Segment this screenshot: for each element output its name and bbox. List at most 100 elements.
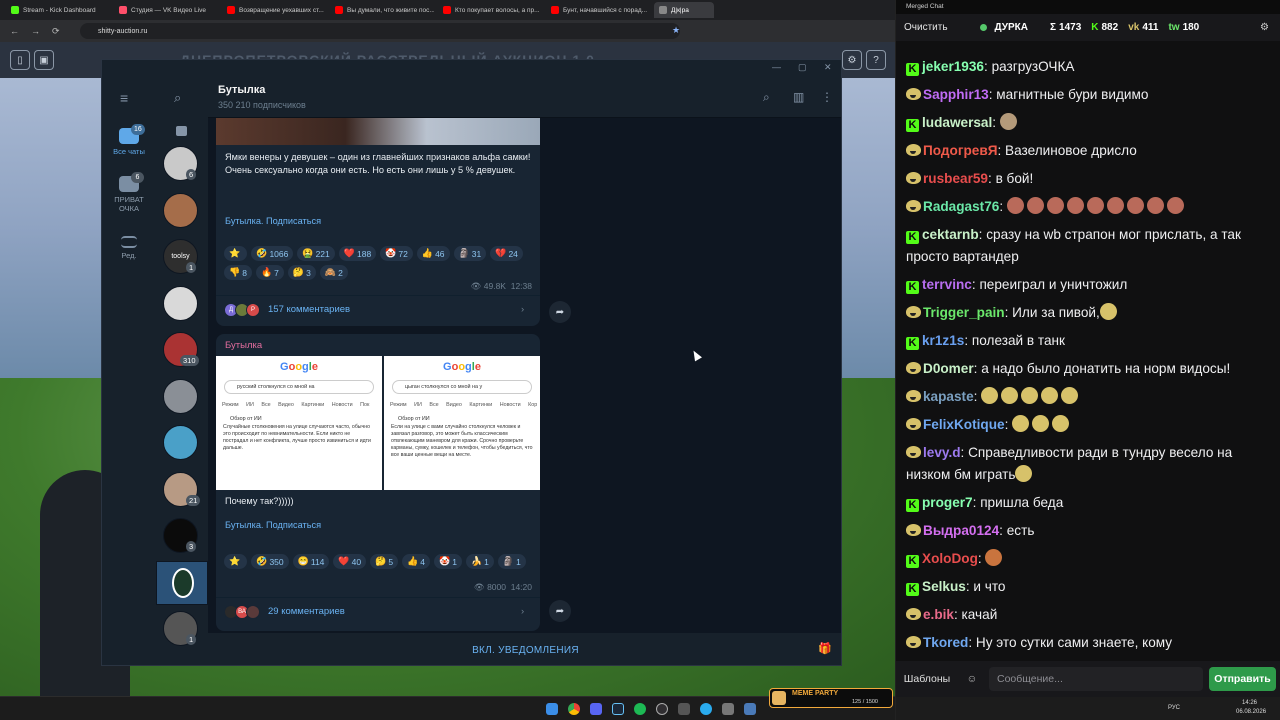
hamburger-menu-icon[interactable]: ≡ — [120, 90, 138, 106]
reaction-chip[interactable]: 🤔 3 — [287, 265, 316, 280]
clear-button[interactable]: Очистить — [904, 22, 948, 33]
chat-avatar[interactable] — [156, 560, 208, 605]
app-icon[interactable] — [722, 703, 734, 715]
chat-username[interactable]: e.bik — [923, 607, 954, 622]
post-image[interactable]: Google русский столкнулся со мной на Реж… — [216, 356, 382, 490]
browser-tab[interactable]: Возвращение уехавших ст... — [222, 2, 326, 18]
reaction-chip[interactable]: 💔 24 — [490, 246, 523, 261]
folder-edit[interactable]: Ред. — [102, 236, 156, 260]
more-menu-icon[interactable]: ⋮ — [821, 90, 833, 104]
reaction-chip[interactable]: 👍 46 — [416, 246, 450, 261]
chat-username[interactable]: rusbear59 — [923, 171, 988, 186]
chat-avatar[interactable] — [163, 285, 198, 321]
notifications-toggle[interactable]: ВКЛ. УВЕДОМЛЕНИЯ 🎁 — [208, 633, 841, 665]
reaction-chip[interactable]: ❤️ 40 — [333, 554, 367, 569]
reaction-chip[interactable]: 👎 8 — [224, 265, 252, 280]
spotify-icon[interactable] — [634, 703, 646, 715]
obs-icon[interactable] — [656, 703, 668, 715]
reaction-chip[interactable]: 😁 114 — [292, 554, 330, 569]
subscribe-link[interactable]: Бутылка. Подписаться — [225, 216, 321, 226]
comments-link[interactable]: ВА 29 комментариев › — [216, 597, 540, 625]
share-button[interactable]: ➦ — [549, 600, 571, 622]
telegram-icon[interactable] — [700, 703, 712, 715]
chat-username[interactable]: D0omer — [923, 361, 974, 376]
browser-tab[interactable]: Вы думали, что живите пос... — [330, 2, 434, 18]
url-field[interactable]: shitty-auction.ru — [80, 23, 680, 39]
reaction-chip[interactable]: 🤔 5 — [370, 554, 399, 569]
chat-username[interactable]: kapaste — [923, 389, 974, 404]
settings-icon[interactable]: ⚙ — [1260, 22, 1269, 33]
reaction-chip[interactable]: ⭐ — [224, 246, 248, 261]
browser-tab[interactable]: Stream - Kick Dashboard — [6, 2, 110, 18]
subscribe-link[interactable]: Бутылка. Подписаться — [225, 520, 321, 530]
panel-toggle-icon[interactable]: ▯ — [10, 50, 30, 70]
reaction-chip[interactable]: 🍌 1 — [465, 554, 494, 569]
forward-icon[interactable]: → — [31, 26, 40, 36]
bookmark-star-icon[interactable]: ★ — [672, 25, 680, 36]
browser-tab[interactable]: Студия — VK Видео Live — [114, 2, 218, 18]
chat-avatar[interactable] — [163, 192, 198, 228]
browser-tab[interactable]: Бунт, начавшийся с порад... — [546, 2, 650, 18]
search-icon[interactable]: ⌕ — [763, 90, 770, 105]
settings-icon[interactable]: ⚙ — [842, 50, 862, 70]
templates-button[interactable]: Шаблоны — [902, 667, 952, 691]
discord-icon[interactable] — [590, 703, 602, 715]
reaction-chip[interactable]: 🔥 7 — [255, 265, 284, 280]
maximize-icon[interactable]: ▢ — [798, 62, 807, 73]
reaction-chip[interactable]: 👍 4 — [402, 554, 430, 569]
chat-username[interactable]: kr1z1s — [922, 333, 964, 348]
reaction-chip[interactable]: 🤡 1 — [434, 554, 462, 569]
share-button[interactable]: ➦ — [549, 301, 571, 323]
chat-username[interactable]: Trigger_pain — [923, 305, 1005, 320]
chat-username[interactable]: proger7 — [922, 495, 973, 510]
chat-username[interactable]: Tkored — [923, 635, 968, 650]
minimize-icon[interactable]: — — [772, 62, 781, 72]
chat-username[interactable]: ПодогревЯ — [923, 143, 997, 158]
chat-username[interactable]: Selkus — [922, 579, 966, 594]
start-icon[interactable] — [546, 703, 558, 715]
browser-tab[interactable]: Кто покупает волосы, а пр... — [438, 2, 542, 18]
chrome-icon[interactable] — [568, 703, 580, 715]
chat-username[interactable]: levy.d — [923, 445, 961, 460]
chat-username[interactable]: Выдра0124 — [923, 523, 999, 538]
chat-username[interactable]: terrvinc — [922, 277, 972, 292]
close-icon[interactable]: ✕ — [824, 62, 832, 73]
reload-icon[interactable]: ⟳ — [52, 26, 60, 37]
sidebar-panel-icon[interactable]: ▥ — [793, 90, 804, 104]
reaction-chip[interactable]: 🤣 350 — [251, 554, 289, 569]
gift-icon[interactable]: 🎁 — [818, 642, 832, 655]
chat-username[interactable]: cektarnb — [922, 227, 979, 242]
chat-avatar[interactable] — [163, 425, 198, 460]
folder-private[interactable]: ПРИВАТ ОЧКА 6 — [102, 172, 156, 213]
message-input[interactable]: Сообщение... — [989, 667, 1203, 691]
chat-username[interactable]: XoloDog — [922, 551, 978, 566]
chat-avatar[interactable] — [163, 378, 198, 414]
archive-icon[interactable] — [176, 126, 187, 136]
chat-username[interactable]: Radagast76 — [923, 199, 999, 214]
back-icon[interactable]: ← — [10, 26, 19, 36]
comments-link[interactable]: ДР 157 комментариев › — [216, 295, 540, 323]
reaction-chip[interactable]: 🤡 72 — [380, 246, 413, 261]
reaction-chip[interactable]: 🤣 1066 — [251, 246, 294, 261]
post-image[interactable]: Google цыган столкнулся со мной на у Реж… — [384, 356, 540, 490]
steam-icon[interactable] — [612, 703, 624, 715]
chat-username[interactable]: ludawersal — [922, 115, 992, 130]
help-icon[interactable]: ? — [866, 50, 886, 70]
reaction-chip[interactable]: 🗿 31 — [453, 246, 487, 261]
search-icon[interactable]: ⌕ — [174, 90, 181, 106]
emoji-icon[interactable]: ☺ — [959, 667, 985, 691]
reaction-chip[interactable]: ❤️ 188 — [338, 246, 377, 261]
reaction-chip[interactable]: 🙈 2 — [319, 265, 348, 280]
reaction-chip[interactable]: 🗿 1 — [497, 554, 526, 569]
browser-tab[interactable]: Д|к|ра — [654, 2, 714, 18]
chat-username[interactable]: Sapphir13 — [923, 87, 989, 102]
chat-username[interactable]: FelixKotique — [923, 417, 1005, 432]
reaction-chip[interactable]: ⭐ — [224, 554, 248, 569]
chat-username[interactable]: jeker1936 — [922, 59, 984, 74]
channel-header[interactable]: Бутылка 350 210 подписчиков ⌕ ▥ ⋮ — [208, 76, 841, 118]
save-icon[interactable]: ▣ — [34, 50, 54, 70]
app-icon[interactable] — [678, 703, 690, 715]
reaction-chip[interactable]: 🤮 221 — [297, 246, 335, 261]
app-icon[interactable] — [744, 703, 756, 715]
send-button[interactable]: Отправить — [1209, 667, 1276, 691]
